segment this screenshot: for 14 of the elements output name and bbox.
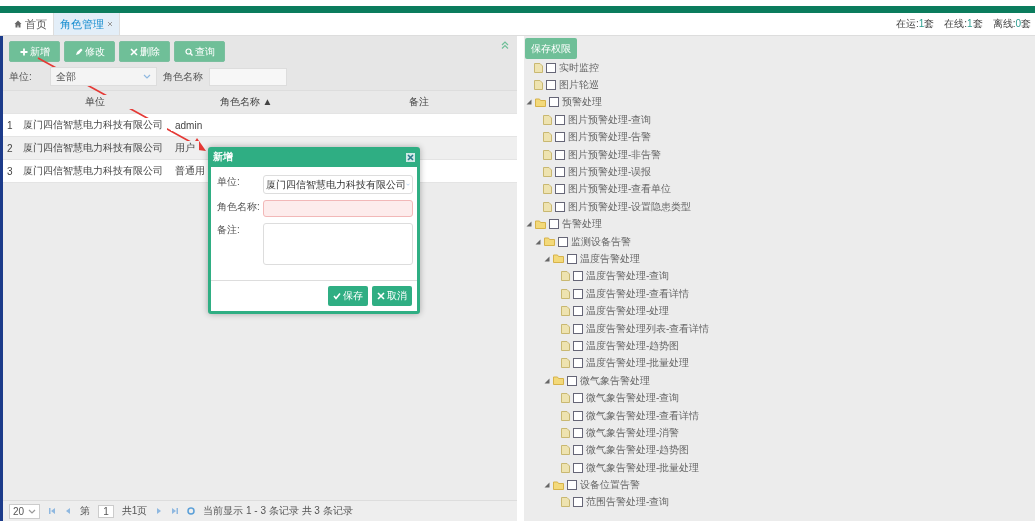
field-label: 单位:: [9, 69, 32, 84]
field-label: 角色名称: [162, 69, 203, 84]
record-summary: 当前显示 1 - 3 条记录 共 3 条记录: [203, 504, 353, 518]
status-count: 在线:1套: [944, 17, 983, 31]
status-count: 在运:1套: [895, 17, 935, 31]
page-label: 第: [80, 504, 91, 518]
page-total: 共1页: [121, 504, 148, 518]
tab-label: 角色管理: [60, 16, 104, 32]
field-label: 单位:: [217, 175, 241, 189]
field-label: 备注:: [217, 223, 241, 237]
field-label: 角色名称:: [217, 200, 261, 214]
tab-label: 首页: [25, 16, 47, 32]
status-count: 离线:0套: [992, 17, 1031, 31]
dialog-title: 新增: [213, 150, 233, 164]
